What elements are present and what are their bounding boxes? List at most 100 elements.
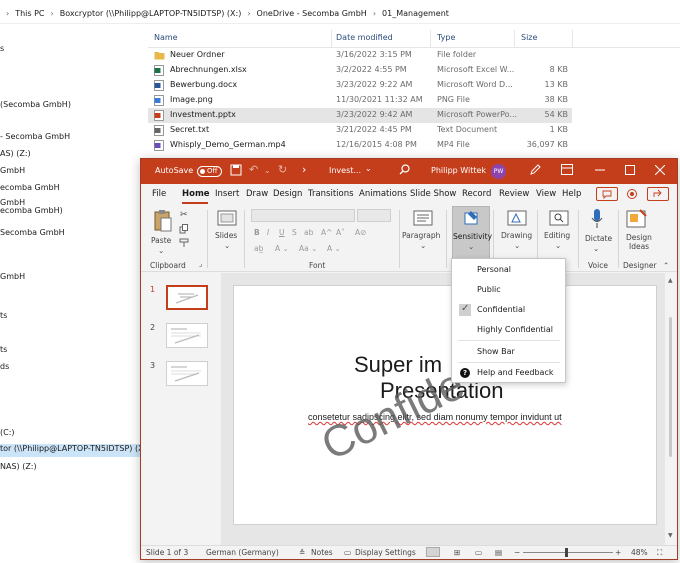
nav-item[interactable]: AS) (Z:) <box>0 149 31 158</box>
nav-item[interactable]: ecomba GmbH <box>0 183 60 192</box>
nav-item[interactable]: ds <box>0 362 9 371</box>
slide-sorter-icon[interactable]: ⊞ <box>454 548 460 557</box>
reading-view-icon[interactable]: ▭ <box>475 548 482 557</box>
slideshow-icon[interactable]: ▤ <box>495 548 502 557</box>
find-icon[interactable] <box>549 210 569 228</box>
scrollbar-thumb[interactable] <box>669 317 672 457</box>
slides-button[interactable]: Slides <box>215 231 237 240</box>
autosave-toggle[interactable]: Off <box>197 166 222 177</box>
cut-icon[interactable]: ✂ <box>180 210 188 220</box>
collapse-ribbon-icon[interactable]: ⌃ <box>663 261 669 270</box>
copy-icon[interactable] <box>179 224 189 236</box>
chevron-down-icon[interactable]: ⌄ <box>264 166 271 175</box>
tab-file[interactable]: File <box>152 189 166 199</box>
microphone-icon[interactable] <box>590 208 604 232</box>
column-name[interactable]: Name <box>154 33 178 42</box>
user-name[interactable]: Philipp Wittek <box>431 166 486 175</box>
tab-review[interactable]: Review <box>499 189 529 199</box>
nav-item[interactable]: GmbH <box>0 272 25 281</box>
zoom-out-icon[interactable]: − <box>514 548 520 557</box>
notes-icon[interactable]: ≙ <box>299 548 305 557</box>
tab-view[interactable]: View <box>536 189 556 199</box>
chevron-down-icon[interactable]: ⌄ <box>514 241 520 250</box>
font-size-decrease-icon[interactable]: A˅ <box>336 228 345 237</box>
strikethrough-icon[interactable]: S <box>292 228 297 237</box>
nav-item[interactable]: GmbH <box>0 166 25 175</box>
new-slide-icon[interactable] <box>217 210 237 228</box>
clear-formatting-icon[interactable]: A⊘ <box>355 228 366 237</box>
notes-button[interactable]: Notes <box>311 548 333 557</box>
minimize-icon[interactable] <box>595 165 605 177</box>
address-bar[interactable]: › This PC › Boxcryptor (\\Philipp@LAPTOP… <box>0 4 680 24</box>
editing-button[interactable]: Editing <box>544 231 570 240</box>
tab-record[interactable]: Record <box>462 189 491 199</box>
display-settings-icon[interactable]: ▭ <box>344 548 351 557</box>
change-case-icon[interactable]: Aa ⌄ <box>299 244 317 253</box>
font-color-icon[interactable]: A ⌄ <box>275 244 289 253</box>
highlight-icon[interactable]: ab̲ <box>254 244 263 253</box>
show-bar-option[interactable]: Show Bar <box>452 343 565 361</box>
close-icon[interactable] <box>654 164 666 177</box>
table-row[interactable]: Image.png 11/30/2021 11:32 AM PNG File 38 K… <box>148 93 680 108</box>
slide-thumbnail-2[interactable] <box>166 323 208 348</box>
breadcrumb-onedrive[interactable]: OneDrive - Secomba GmbH <box>257 9 367 18</box>
column-size[interactable]: Size <box>521 33 537 42</box>
sensitivity-button[interactable]: Sensitivity ⌄ <box>452 206 492 260</box>
table-row[interactable]: Secret.txt 3/21/2022 4:45 PM Text Document… <box>148 123 680 138</box>
dictate-button[interactable]: Dictate <box>585 234 612 243</box>
record-icon[interactable] <box>622 187 644 201</box>
ribbon-display-icon[interactable] <box>561 164 573 177</box>
tab-animations[interactable]: Animations <box>359 189 407 199</box>
chevron-down-icon[interactable]: ⌄ <box>593 244 599 253</box>
normal-view-icon[interactable] <box>426 547 440 557</box>
nav-item[interactable]: - Secomba GmbH <box>0 132 70 141</box>
document-title[interactable]: Invest... <box>329 166 361 175</box>
vertical-scrollbar[interactable]: ▲ ▼ <box>667 277 675 547</box>
design-ideas-button[interactable]: Design <box>626 233 652 242</box>
slide-thumbnail-3[interactable] <box>166 361 208 386</box>
slide-thumbnail-1[interactable] <box>166 285 208 310</box>
nav-item[interactable]: s <box>0 44 4 53</box>
zoom-slider[interactable] <box>523 552 613 553</box>
column-type[interactable]: Type <box>437 33 455 42</box>
nav-item[interactable]: NAS) (Z:) <box>0 462 37 471</box>
font-size-increase-icon[interactable]: A^ <box>321 228 332 237</box>
nav-item[interactable]: ts <box>0 345 7 354</box>
column-date-modified[interactable]: Date modified <box>336 33 393 42</box>
undo-icon[interactable]: ↶ <box>249 163 258 176</box>
fit-slide-icon[interactable]: ⛶ <box>657 548 662 558</box>
bold-icon[interactable]: B <box>254 228 260 237</box>
tab-draw[interactable]: Draw <box>246 189 268 199</box>
sensitivity-option-personal[interactable]: Personal <box>452 261 565 279</box>
table-row[interactable]: Whisply_Demo_German.mp4 12/16/2015 4:08 P… <box>148 138 680 153</box>
table-row[interactable]: Abrechnungen.xlsx 3/2/2022 4:55 PM Microso… <box>148 63 680 78</box>
nav-item[interactable]: ts <box>0 311 7 320</box>
paragraph-icon[interactable] <box>413 210 433 228</box>
paste-icon[interactable] <box>153 208 173 236</box>
nav-item[interactable]: Secomba GmbH <box>0 228 65 237</box>
table-row[interactable]: Bewerbung.docx 3/23/2022 9:22 AM Microsoft… <box>148 78 680 93</box>
sensitivity-option-highly-confidential[interactable]: Highly Confidential <box>452 321 565 339</box>
tab-design[interactable]: Design <box>273 189 302 199</box>
nav-item-selected[interactable]: tor (\\Philipp@LAPTOP-TN5IDTSP) (X:) <box>0 444 140 457</box>
format-painter-icon[interactable] <box>179 238 189 250</box>
zoom-level[interactable]: 48% <box>631 548 648 557</box>
text-shadow-icon[interactable]: A ⌄ <box>327 244 341 253</box>
tab-transitions[interactable]: Transitions <box>308 189 354 199</box>
zoom-in-icon[interactable]: + <box>615 548 621 557</box>
maximize-icon[interactable] <box>625 165 635 177</box>
help-feedback-option[interactable]: ? Help and Feedback <box>452 364 565 382</box>
share-button[interactable] <box>647 187 669 201</box>
sensitivity-option-confidential[interactable]: Confidential <box>452 301 565 319</box>
font-name-select[interactable] <box>251 209 355 222</box>
scroll-up-icon[interactable]: ▲ <box>668 277 673 284</box>
dialog-launcher-icon[interactable]: ⌟ <box>199 260 202 268</box>
breadcrumb-boxcryptor[interactable]: Boxcryptor (\\Philipp@LAPTOP-TN5IDTSP) (… <box>60 9 242 18</box>
design-ideas-button-line2[interactable]: Ideas <box>629 242 649 251</box>
search-icon[interactable] <box>399 164 410 177</box>
language-indicator[interactable]: German (Germany) <box>206 548 279 557</box>
redo-icon[interactable]: ↻ <box>278 163 287 176</box>
font-size-select[interactable] <box>357 209 391 222</box>
nav-item[interactable]: (Secomba GmbH) <box>0 100 71 109</box>
pen-icon[interactable] <box>529 164 541 178</box>
